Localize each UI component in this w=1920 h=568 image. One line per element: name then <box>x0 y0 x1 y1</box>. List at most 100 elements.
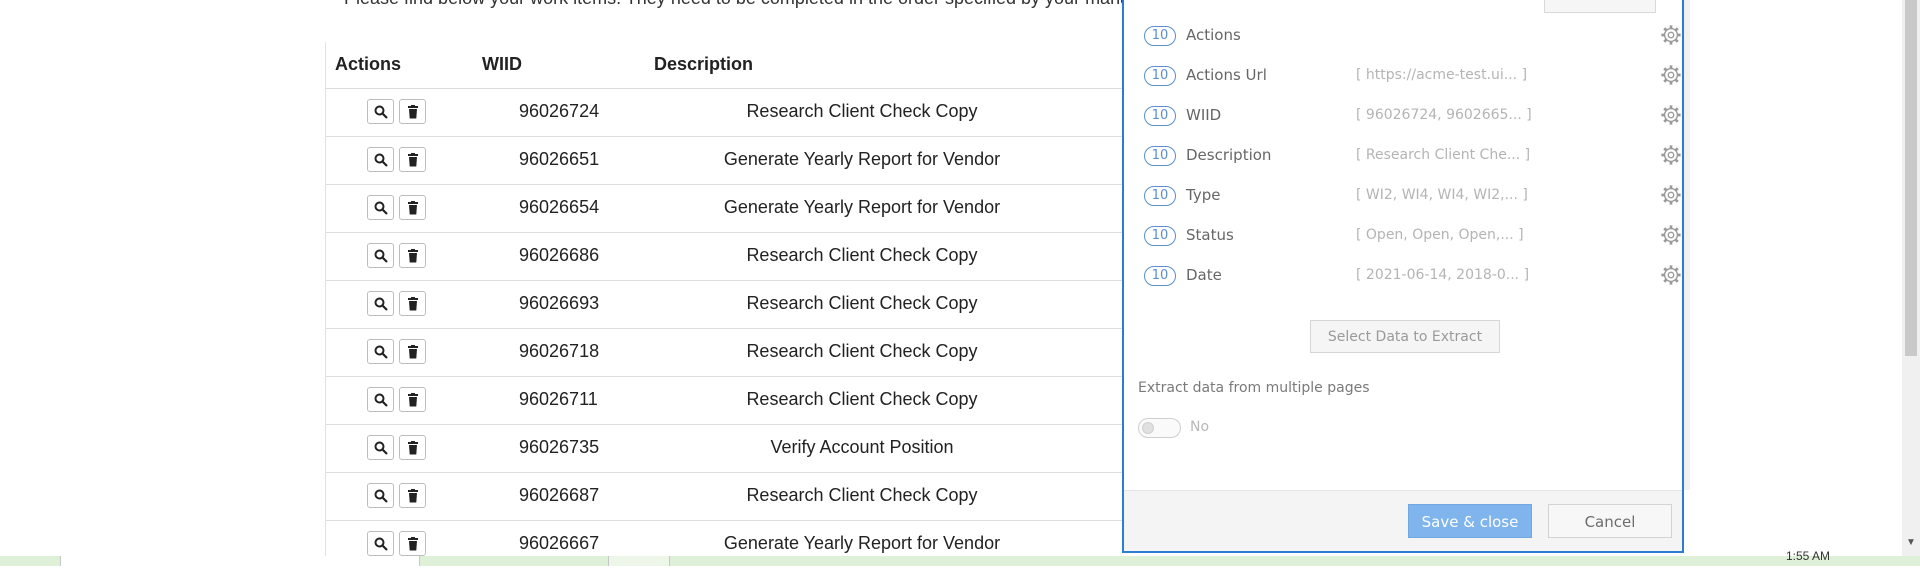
delete-button[interactable] <box>399 483 426 508</box>
wiid-cell: 96026686 <box>519 245 600 265</box>
trash-icon <box>407 200 418 214</box>
table-row: 96026651 Generate Yearly Report for Vend… <box>325 136 1137 185</box>
column-header-description: Description <box>654 54 754 74</box>
delete-button[interactable] <box>399 291 426 316</box>
gear-icon[interactable] <box>1660 24 1682 46</box>
description-cell: Research Client Check Copy <box>746 293 978 313</box>
view-button[interactable] <box>367 147 394 172</box>
description-cell: Generate Yearly Report for Vendor <box>723 533 1001 553</box>
field-name: Description <box>1186 146 1272 164</box>
table-row: 96026693 Research Client Check Copy <box>325 280 1137 329</box>
gear-icon[interactable] <box>1660 264 1682 286</box>
dialog-footer: Save & close Cancel <box>1124 490 1682 551</box>
table-header: Actions WIID Description <box>325 42 1137 89</box>
extract-field-row[interactable]: 10 Date [ 2021-06-14, 2018-0... ] <box>1144 264 1681 294</box>
search-icon <box>374 249 388 263</box>
trash-icon <box>407 296 418 310</box>
search-icon <box>374 297 388 311</box>
toggle-state-label: No <box>1190 419 1210 435</box>
table-row: 96026735 Verify Account Position <box>325 424 1137 473</box>
view-button[interactable] <box>367 531 394 556</box>
taskbar-app-button[interactable] <box>608 556 670 566</box>
field-name: Actions Url <box>1186 66 1267 84</box>
multi-pages-toggle[interactable] <box>1138 418 1181 438</box>
multi-pages-label: Extract data from multiple pages <box>1138 380 1370 396</box>
trash-icon <box>407 248 418 262</box>
scrollbar-thumb[interactable] <box>1905 0 1917 356</box>
wiid-cell: 96026718 <box>519 341 600 361</box>
gear-icon[interactable] <box>1660 104 1682 126</box>
view-button[interactable] <box>367 243 394 268</box>
delete-button[interactable] <box>399 531 426 556</box>
count-badge: 10 <box>1144 266 1176 286</box>
wiid-cell: 96026693 <box>519 293 600 313</box>
taskbar-search-box[interactable] <box>60 556 420 566</box>
count-badge: 10 <box>1144 106 1176 126</box>
table-row: 96026687 Research Client Check Copy <box>325 472 1137 521</box>
count-badge: 10 <box>1144 226 1176 246</box>
search-icon <box>374 153 388 167</box>
gear-icon[interactable] <box>1660 144 1682 166</box>
view-button[interactable] <box>367 99 394 124</box>
wiid-cell: 96026654 <box>519 197 600 217</box>
extract-field-row[interactable]: 10 Actions <box>1144 24 1681 54</box>
extract-field-row[interactable]: 10 Status [ Open, Open, Open,... ] <box>1144 224 1681 254</box>
delete-button[interactable] <box>399 147 426 172</box>
count-badge: 10 <box>1144 26 1176 46</box>
intro-text: Please find below your work items. They … <box>344 0 1124 9</box>
wiid-cell: 96026735 <box>519 437 600 457</box>
gear-icon[interactable] <box>1660 184 1682 206</box>
field-preview: [ 96026724, 9602665... ] <box>1356 107 1532 123</box>
view-button[interactable] <box>367 435 394 460</box>
taskbar: 1:55 AM <box>0 549 1920 566</box>
delete-button[interactable] <box>399 387 426 412</box>
vertical-scrollbar[interactable]: ▼ <box>1902 0 1920 556</box>
delete-button[interactable] <box>399 243 426 268</box>
delete-button[interactable] <box>399 339 426 364</box>
description-cell: Research Client Check Copy <box>746 341 978 361</box>
delete-button[interactable] <box>399 195 426 220</box>
view-button[interactable] <box>367 291 394 316</box>
gear-icon[interactable] <box>1660 64 1682 86</box>
extract-field-row[interactable]: 10 Actions Url [ https://acme-test.ui...… <box>1144 64 1681 94</box>
view-button[interactable] <box>367 195 394 220</box>
taskbar-clock: 1:55 AM <box>1786 549 1831 563</box>
description-cell: Verify Account Position <box>770 437 954 457</box>
count-badge: 10 <box>1144 146 1176 166</box>
extract-field-row[interactable]: 10 Description [ Research Client Che... … <box>1144 144 1681 174</box>
select-data-button[interactable]: Select Data to Extract <box>1310 320 1500 353</box>
scroll-down-arrow-icon[interactable]: ▼ <box>1906 537 1916 548</box>
field-name: Type <box>1186 186 1221 204</box>
wiid-cell: 96026687 <box>519 485 600 505</box>
view-button[interactable] <box>367 387 394 412</box>
trash-icon <box>407 104 418 118</box>
trash-icon <box>407 344 418 358</box>
search-icon <box>374 441 388 455</box>
description-cell: Research Client Check Copy <box>746 485 978 505</box>
field-preview: [ WI2, WI4, WI4, WI2,... ] <box>1356 187 1528 203</box>
description-cell: Generate Yearly Report for Vendor <box>723 149 1001 169</box>
cancel-button[interactable]: Cancel <box>1548 504 1672 538</box>
toggle-knob <box>1142 422 1154 434</box>
search-icon <box>374 105 388 119</box>
gear-icon[interactable] <box>1660 224 1682 246</box>
dialog-top-button[interactable] <box>1544 0 1656 13</box>
table-row: 96026654 Generate Yearly Report for Vend… <box>325 184 1137 233</box>
description-cell: Research Client Check Copy <box>746 389 978 409</box>
trash-icon <box>407 392 418 406</box>
save-close-button[interactable]: Save & close <box>1408 504 1532 538</box>
delete-button[interactable] <box>399 435 426 460</box>
column-header-wiid: WIID <box>482 54 522 74</box>
extract-field-row[interactable]: 10 Type [ WI2, WI4, WI4, WI2,... ] <box>1144 184 1681 214</box>
view-button[interactable] <box>367 339 394 364</box>
delete-button[interactable] <box>399 99 426 124</box>
dialog-shadow <box>1684 0 1690 490</box>
field-name: Status <box>1186 226 1234 244</box>
count-badge: 10 <box>1144 186 1176 206</box>
search-icon <box>374 201 388 215</box>
trash-icon <box>407 440 418 454</box>
field-name: Actions <box>1186 26 1241 44</box>
table-row: 96026711 Research Client Check Copy <box>325 376 1137 425</box>
extract-field-row[interactable]: 10 WIID [ 96026724, 9602665... ] <box>1144 104 1681 134</box>
view-button[interactable] <box>367 483 394 508</box>
